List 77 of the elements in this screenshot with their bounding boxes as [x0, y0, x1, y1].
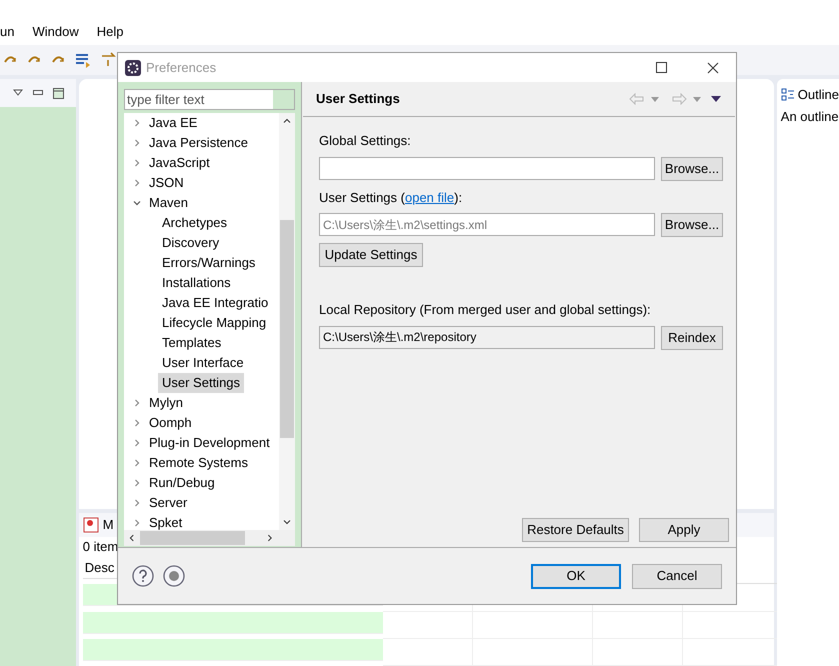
horizontal-scrollbar[interactable]: [124, 530, 295, 546]
outline-message: An outline: [780, 108, 839, 126]
tab-label[interactable]: M: [102, 515, 114, 535]
tree-item[interactable]: Archetypes: [158, 213, 232, 233]
tree-item[interactable]: Installations: [158, 273, 235, 293]
chevron-right-icon[interactable]: [132, 158, 142, 168]
scrollbar[interactable]: [279, 113, 295, 530]
help-icon[interactable]: [132, 565, 154, 587]
open-file-link[interactable]: open file: [404, 188, 454, 207]
tree-item[interactable]: Lifecycle Mapping: [158, 313, 270, 333]
dropdown-icon[interactable]: [651, 96, 659, 102]
close-icon[interactable]: [707, 62, 719, 74]
tree-item[interactable]: Oomph: [145, 413, 196, 433]
tree-item[interactable]: Discovery: [158, 233, 224, 253]
dialog-button[interactable]: Browse...: [661, 213, 723, 237]
filter-field[interactable]: type filter text: [124, 89, 295, 110]
user-settings-field[interactable]: C:\Users\涂生\.m2\settings.xml: [319, 213, 655, 236]
status-text: 0 item: [82, 538, 120, 556]
scroll-down-icon[interactable]: [282, 517, 292, 527]
dialog-button[interactable]: Restore Defaults: [522, 518, 629, 542]
chevron-right-icon[interactable]: [132, 178, 142, 188]
gear-icon: [125, 60, 141, 76]
list-icon[interactable]: [74, 52, 92, 68]
dialog-button[interactable]: Browse...: [661, 156, 723, 180]
chevron-right-icon[interactable]: [132, 478, 142, 488]
chevron-down-icon[interactable]: [132, 198, 142, 208]
chevron-right-icon[interactable]: [132, 418, 142, 428]
dialog-button[interactable]: Reindex: [661, 326, 723, 350]
field-label: ):: [454, 188, 462, 207]
dialog-button[interactable]: Apply: [639, 518, 729, 542]
tree-item[interactable]: JavaScript: [145, 153, 214, 173]
default-button[interactable]: OK: [531, 564, 621, 588]
dialog-button[interactable]: Update Settings: [319, 243, 423, 267]
tree-item[interactable]: Remote Systems: [145, 453, 252, 473]
tree-item[interactable]: Server: [145, 493, 192, 513]
tree-item[interactable]: Plug-in Development: [145, 433, 274, 453]
menu-item[interactable]: Help: [96, 22, 124, 41]
chevron-right-icon[interactable]: [132, 438, 142, 448]
record-icon[interactable]: [163, 565, 185, 587]
tree-item[interactable]: Run/Debug: [145, 473, 219, 493]
chevron-right-icon[interactable]: [132, 118, 142, 128]
tree-item[interactable]: Maven: [145, 193, 192, 213]
page-title: User Settings: [316, 90, 401, 108]
dialog-button[interactable]: Cancel: [632, 564, 722, 588]
chevron-right-icon[interactable]: [132, 138, 142, 148]
tree-item[interactable]: Java EE Integratio: [158, 293, 272, 313]
dropdown-icon[interactable]: [693, 96, 701, 102]
chevron-right-icon[interactable]: [132, 458, 142, 468]
tree-item[interactable]: Spket: [145, 513, 186, 530]
panel-title[interactable]: Outline: [798, 85, 839, 104]
window-title: Preferences: [146, 58, 218, 77]
view-menu-icon[interactable]: [12, 89, 23, 97]
global-settings-field[interactable]: [319, 156, 655, 180]
chevron-right-icon[interactable]: [132, 518, 142, 528]
minimize-icon[interactable]: [32, 90, 43, 96]
tree-item[interactable]: Mylyn: [145, 393, 187, 413]
outline-icon[interactable]: [780, 88, 795, 102]
view-menu-icon[interactable]: [711, 96, 721, 102]
menu-item[interactable]: un: [0, 22, 14, 41]
field-label: Local Repository (From merged user and global settings):: [319, 301, 652, 319]
repository-field[interactable]: C:\Users\涂生\.m2\repository: [319, 326, 655, 348]
tree-item[interactable]: Errors/Warnings: [158, 253, 260, 273]
field-label: Global Settings:: [319, 132, 412, 150]
markers-icon[interactable]: [82, 517, 99, 533]
tree-item[interactable]: JSON: [145, 173, 188, 193]
menu-item[interactable]: Window: [32, 22, 79, 41]
tree-item[interactable]: User Settings: [158, 373, 244, 393]
tree-item[interactable]: Java Persistence: [145, 133, 252, 153]
tree-item[interactable]: User Interface: [158, 353, 248, 373]
chevron-right-icon[interactable]: [132, 398, 142, 408]
tree-item[interactable]: Templates: [158, 333, 226, 353]
step-over-icon[interactable]: [100, 52, 118, 68]
field-label: User Settings (: [319, 188, 405, 207]
tree-item[interactable]: Java EE: [145, 113, 202, 133]
chevron-right-icon[interactable]: [132, 498, 142, 508]
maximize-icon[interactable]: [656, 62, 668, 74]
maximize-icon[interactable]: [52, 88, 64, 98]
